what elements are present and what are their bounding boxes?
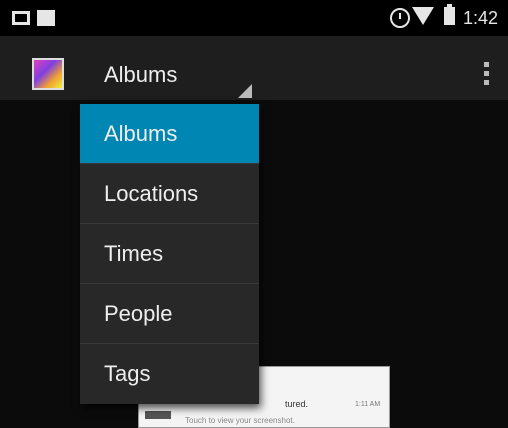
wifi-icon [412,7,434,25]
image-notification-icon [12,11,30,25]
square-notification-icon [37,10,55,26]
dropdown-item-albums[interactable]: Albums [80,104,259,164]
view-dropdown-menu: Albums Locations Times People Tags [80,104,259,404]
dropdown-item-people[interactable]: People [80,284,259,344]
battery-icon [444,4,455,25]
dropdown-item-times[interactable]: Times [80,224,259,284]
dropdown-item-tags[interactable]: Tags [80,344,259,404]
status-time: 1:42 [463,8,499,28]
thumbnail-text: tured. [285,399,309,409]
thumbnail-icon [145,411,171,419]
overflow-menu-icon[interactable] [476,56,496,92]
thumbnail-subtext: Touch to view your screenshot. [185,416,295,425]
status-bar: 1:42 [0,0,508,36]
view-spinner-title[interactable]: Albums [104,62,177,88]
thumbnail-time: 1:11 AM [355,401,381,408]
action-bar: Albums [0,36,508,100]
gallery-app-icon[interactable] [32,58,64,90]
alarm-icon [390,8,410,28]
spinner-arrow-icon[interactable] [238,84,252,98]
dropdown-item-locations[interactable]: Locations [80,164,259,224]
